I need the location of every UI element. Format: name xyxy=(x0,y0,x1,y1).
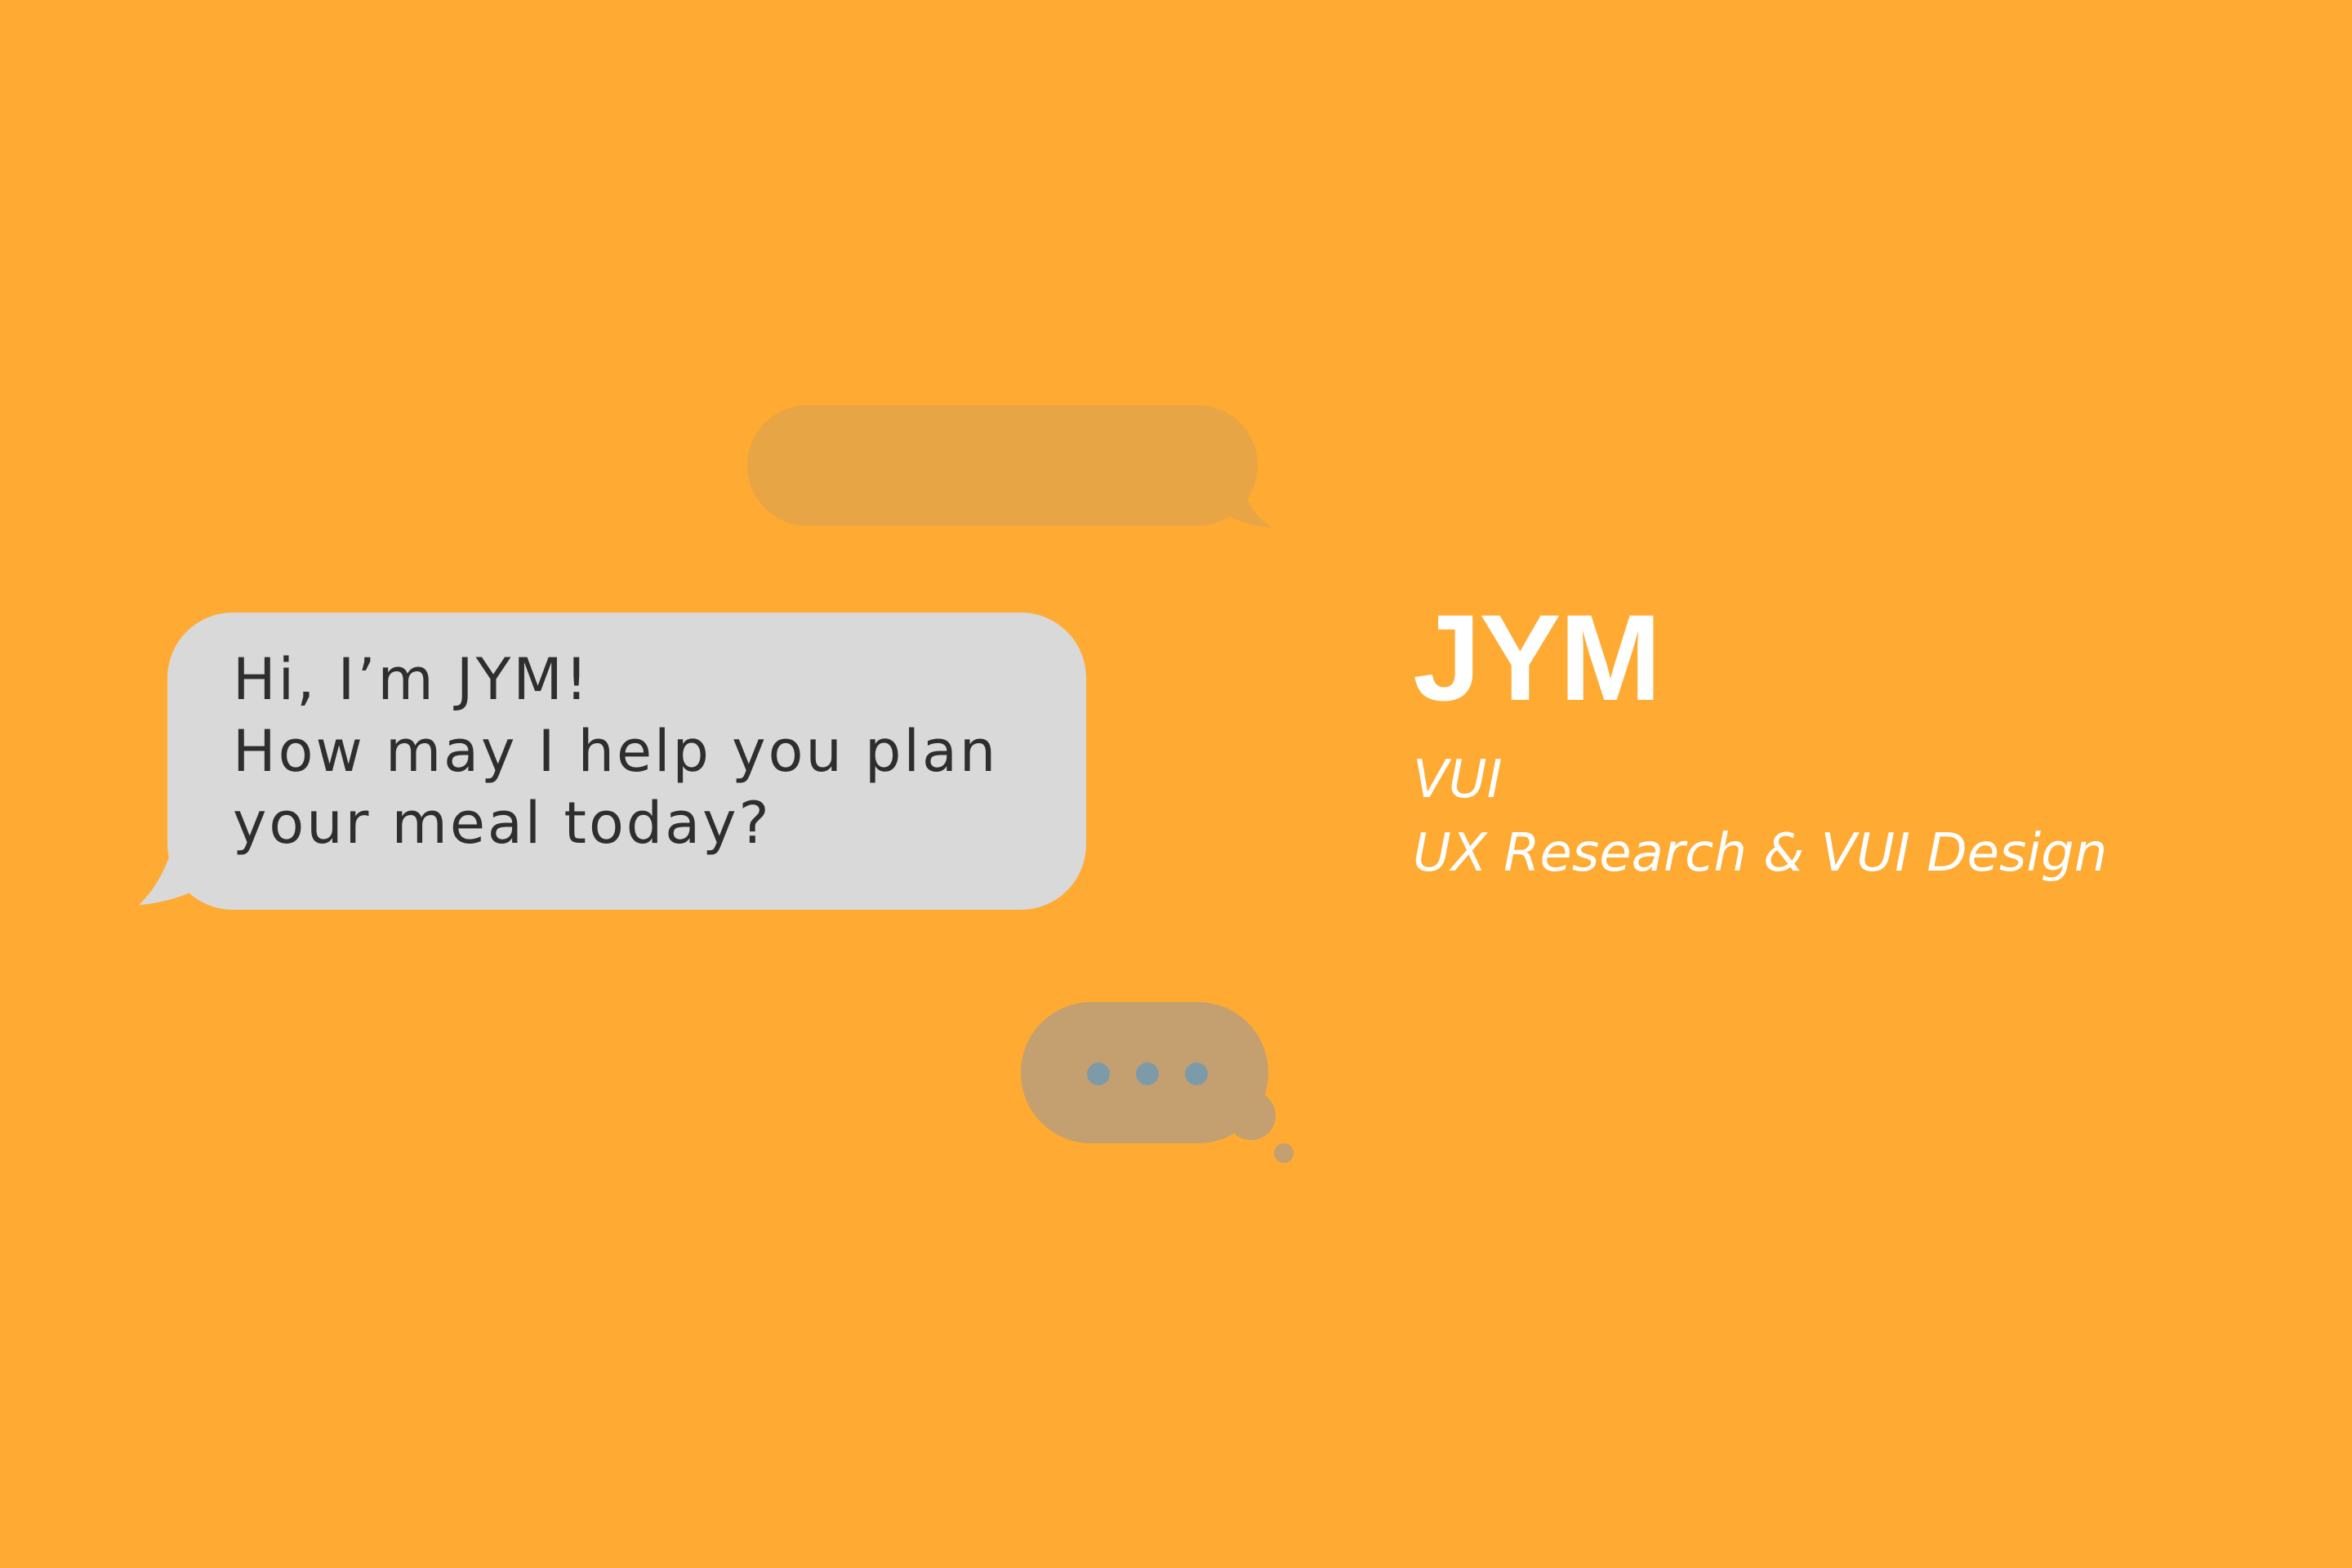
bot-message-line: Hi, I’m JYM! xyxy=(233,646,590,713)
typing-dot-3 xyxy=(1185,1062,1208,1085)
bot-message-text: Hi, I’m JYM! How may I help you plan you… xyxy=(233,644,1049,859)
hero-banner: Hi, I’m JYM! How may I help you plan you… xyxy=(0,0,2352,1568)
project-title: JYM xyxy=(1413,589,1661,726)
project-role: UX Research & VUI Design xyxy=(1413,823,2108,884)
typing-dot-2 xyxy=(1136,1062,1159,1085)
bot-message-line: your meal today? xyxy=(233,790,772,857)
typing-dot-1 xyxy=(1087,1062,1110,1085)
faded-user-bubble-icon xyxy=(747,405,1272,528)
project-meta: VUI UX Research & VUI Design xyxy=(1413,743,2230,890)
project-info: JYM VUI UX Research & VUI Design xyxy=(1413,588,2230,890)
bot-message-line: How may I help you plan xyxy=(233,718,999,785)
project-category: VUI xyxy=(1413,750,1503,810)
typing-indicator-icon xyxy=(1021,1002,1294,1163)
